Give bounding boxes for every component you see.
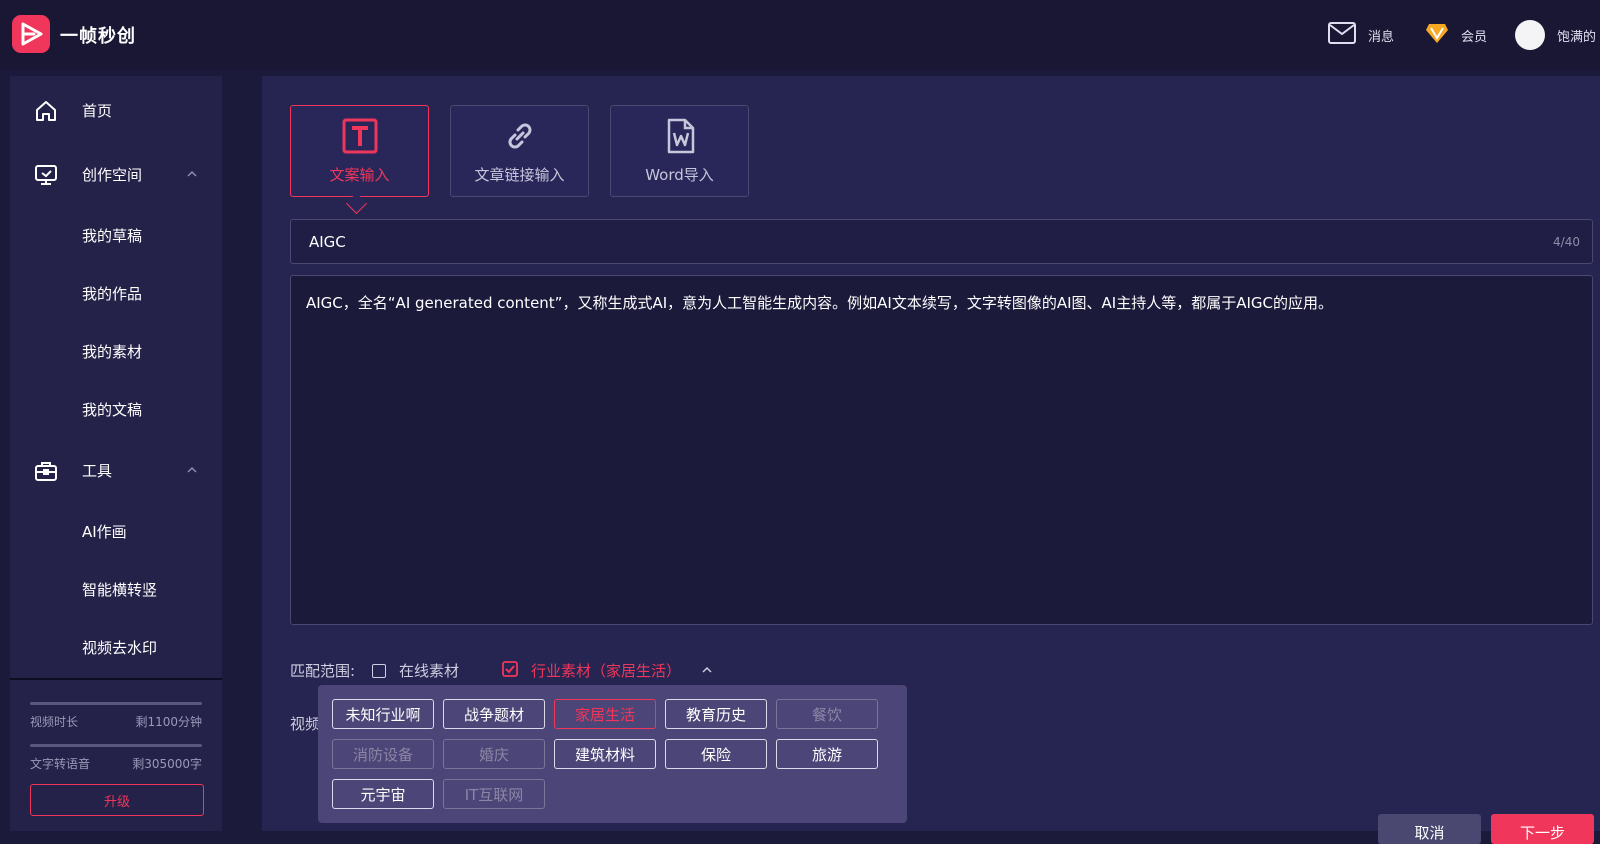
avatar	[1515, 20, 1545, 50]
quota-label: 视频时长	[30, 715, 79, 729]
content-textarea-value: AIGC，全名“AI generated content”，又称生成式AI，意为…	[306, 294, 1333, 312]
sidebar-item-ai-painting[interactable]: AI作画	[82, 521, 127, 542]
messages-button[interactable]: 消息	[1328, 20, 1394, 50]
online-material-label: 在线素材	[399, 662, 460, 680]
online-material-option[interactable]: 在线素材	[372, 660, 459, 681]
checkbox[interactable]	[372, 663, 386, 678]
industry-tag[interactable]: 保险	[665, 739, 767, 769]
match-scope-row: 匹配范围:	[290, 660, 355, 681]
vip-button[interactable]: 会员	[1425, 20, 1487, 50]
match-scope-label: 匹配范围:	[290, 662, 356, 680]
industry-tag-disabled: 婚庆	[443, 739, 545, 769]
sidebar-item-drafts[interactable]: 我的草稿	[82, 225, 142, 246]
chevron-up-icon[interactable]	[701, 662, 713, 680]
title-input[interactable]: AIGC 4/40	[290, 219, 1593, 264]
video-label: 视频	[290, 715, 321, 733]
quota-bar	[30, 744, 202, 747]
sidebar-item-landscape-to-portrait[interactable]: 智能横转竖	[82, 579, 157, 600]
sidebar-item-documents[interactable]: 我的文稿	[82, 399, 142, 420]
username: 饱满的	[1557, 29, 1597, 45]
industry-material-label: 行业素材（家居生活）	[531, 662, 682, 680]
link-icon	[502, 118, 538, 158]
app-logo-icon[interactable]	[12, 15, 50, 53]
quota-bar	[30, 702, 202, 705]
sidebar-item-label: 工具	[82, 461, 113, 480]
next-step-button[interactable]: 下一步	[1491, 814, 1594, 844]
quota-value: 剩305000字	[132, 757, 202, 771]
home-icon	[34, 99, 58, 127]
tab-label: 文案输入	[329, 166, 390, 184]
checkbox-checked-icon[interactable]	[502, 660, 518, 681]
tab-link-input[interactable]: 文章链接输入	[450, 105, 589, 197]
tab-word-import[interactable]: Word导入	[610, 105, 749, 197]
industry-material-option[interactable]: 行业素材（家居生活）	[502, 660, 713, 681]
vip-label: 会员	[1461, 29, 1488, 45]
word-doc-icon	[662, 118, 698, 158]
sidebar-group-workspace[interactable]: 创作空间	[10, 154, 222, 194]
industry-tag-popup: 未知行业啊 战争题材 家居生活 教育历史 餐饮 消防设备 婚庆 建筑材料 保险 …	[318, 685, 907, 823]
sidebar-item-materials[interactable]: 我的素材	[82, 341, 142, 362]
industry-tag[interactable]: 战争题材	[443, 699, 545, 729]
sidebar-item-home[interactable]: 首页	[10, 90, 222, 130]
industry-tag[interactable]: 元宇宙	[332, 779, 434, 809]
diamond-icon	[1425, 22, 1449, 48]
text-icon	[342, 118, 378, 158]
industry-tag-disabled: IT互联网	[443, 779, 545, 809]
tab-label: Word导入	[645, 166, 714, 184]
toolbox-icon	[34, 459, 58, 487]
monitor-icon	[34, 163, 58, 191]
tab-text-input[interactable]: 文案输入	[290, 105, 429, 197]
character-counter: 4/40	[1553, 235, 1580, 249]
messages-label: 消息	[1368, 29, 1395, 45]
upgrade-button[interactable]: 升级	[30, 784, 204, 816]
chevron-up-icon	[186, 166, 198, 184]
sidebar: 首页 创作空间 我的草稿 我的作品 我的素材 我的文稿 工具 AI作画 智能横转…	[10, 76, 222, 831]
industry-tag[interactable]: 旅游	[776, 739, 878, 769]
user-menu[interactable]: 饱满的	[1515, 20, 1596, 50]
quota-video-duration: 视频时长 剩1100分钟	[30, 702, 202, 730]
sidebar-item-remove-watermark[interactable]: 视频去水印	[82, 637, 157, 658]
app-title: 一帧秒创	[60, 26, 136, 47]
quota-label: 文字转语音	[30, 757, 91, 771]
quota-value: 剩1100分钟	[135, 715, 202, 729]
sidebar-group-tools[interactable]: 工具	[10, 450, 222, 490]
industry-tag[interactable]: 未知行业啊	[332, 699, 434, 729]
content-textarea[interactable]: AIGC，全名“AI generated content”，又称生成式AI，意为…	[290, 275, 1593, 625]
top-bar: 一帧秒创 消息 会员 饱满的	[0, 0, 1600, 70]
sidebar-item-label: 首页	[82, 101, 113, 120]
industry-tag[interactable]: 建筑材料	[554, 739, 656, 769]
sidebar-item-label: 创作空间	[82, 165, 143, 184]
industry-tag-disabled: 餐饮	[776, 699, 878, 729]
industry-tag-disabled: 消防设备	[332, 739, 434, 769]
title-input-value: AIGC	[309, 233, 346, 251]
industry-tag-selected[interactable]: 家居生活	[554, 699, 656, 729]
cancel-button[interactable]: 取消	[1378, 814, 1481, 844]
mail-icon	[1328, 22, 1356, 48]
industry-tag[interactable]: 教育历史	[665, 699, 767, 729]
tab-label: 文章链接输入	[474, 166, 565, 184]
sidebar-divider	[10, 678, 222, 680]
sidebar-item-works[interactable]: 我的作品	[82, 283, 142, 304]
quota-text-to-speech: 文字转语音 剩305000字	[30, 744, 202, 772]
chevron-up-icon	[186, 462, 198, 480]
